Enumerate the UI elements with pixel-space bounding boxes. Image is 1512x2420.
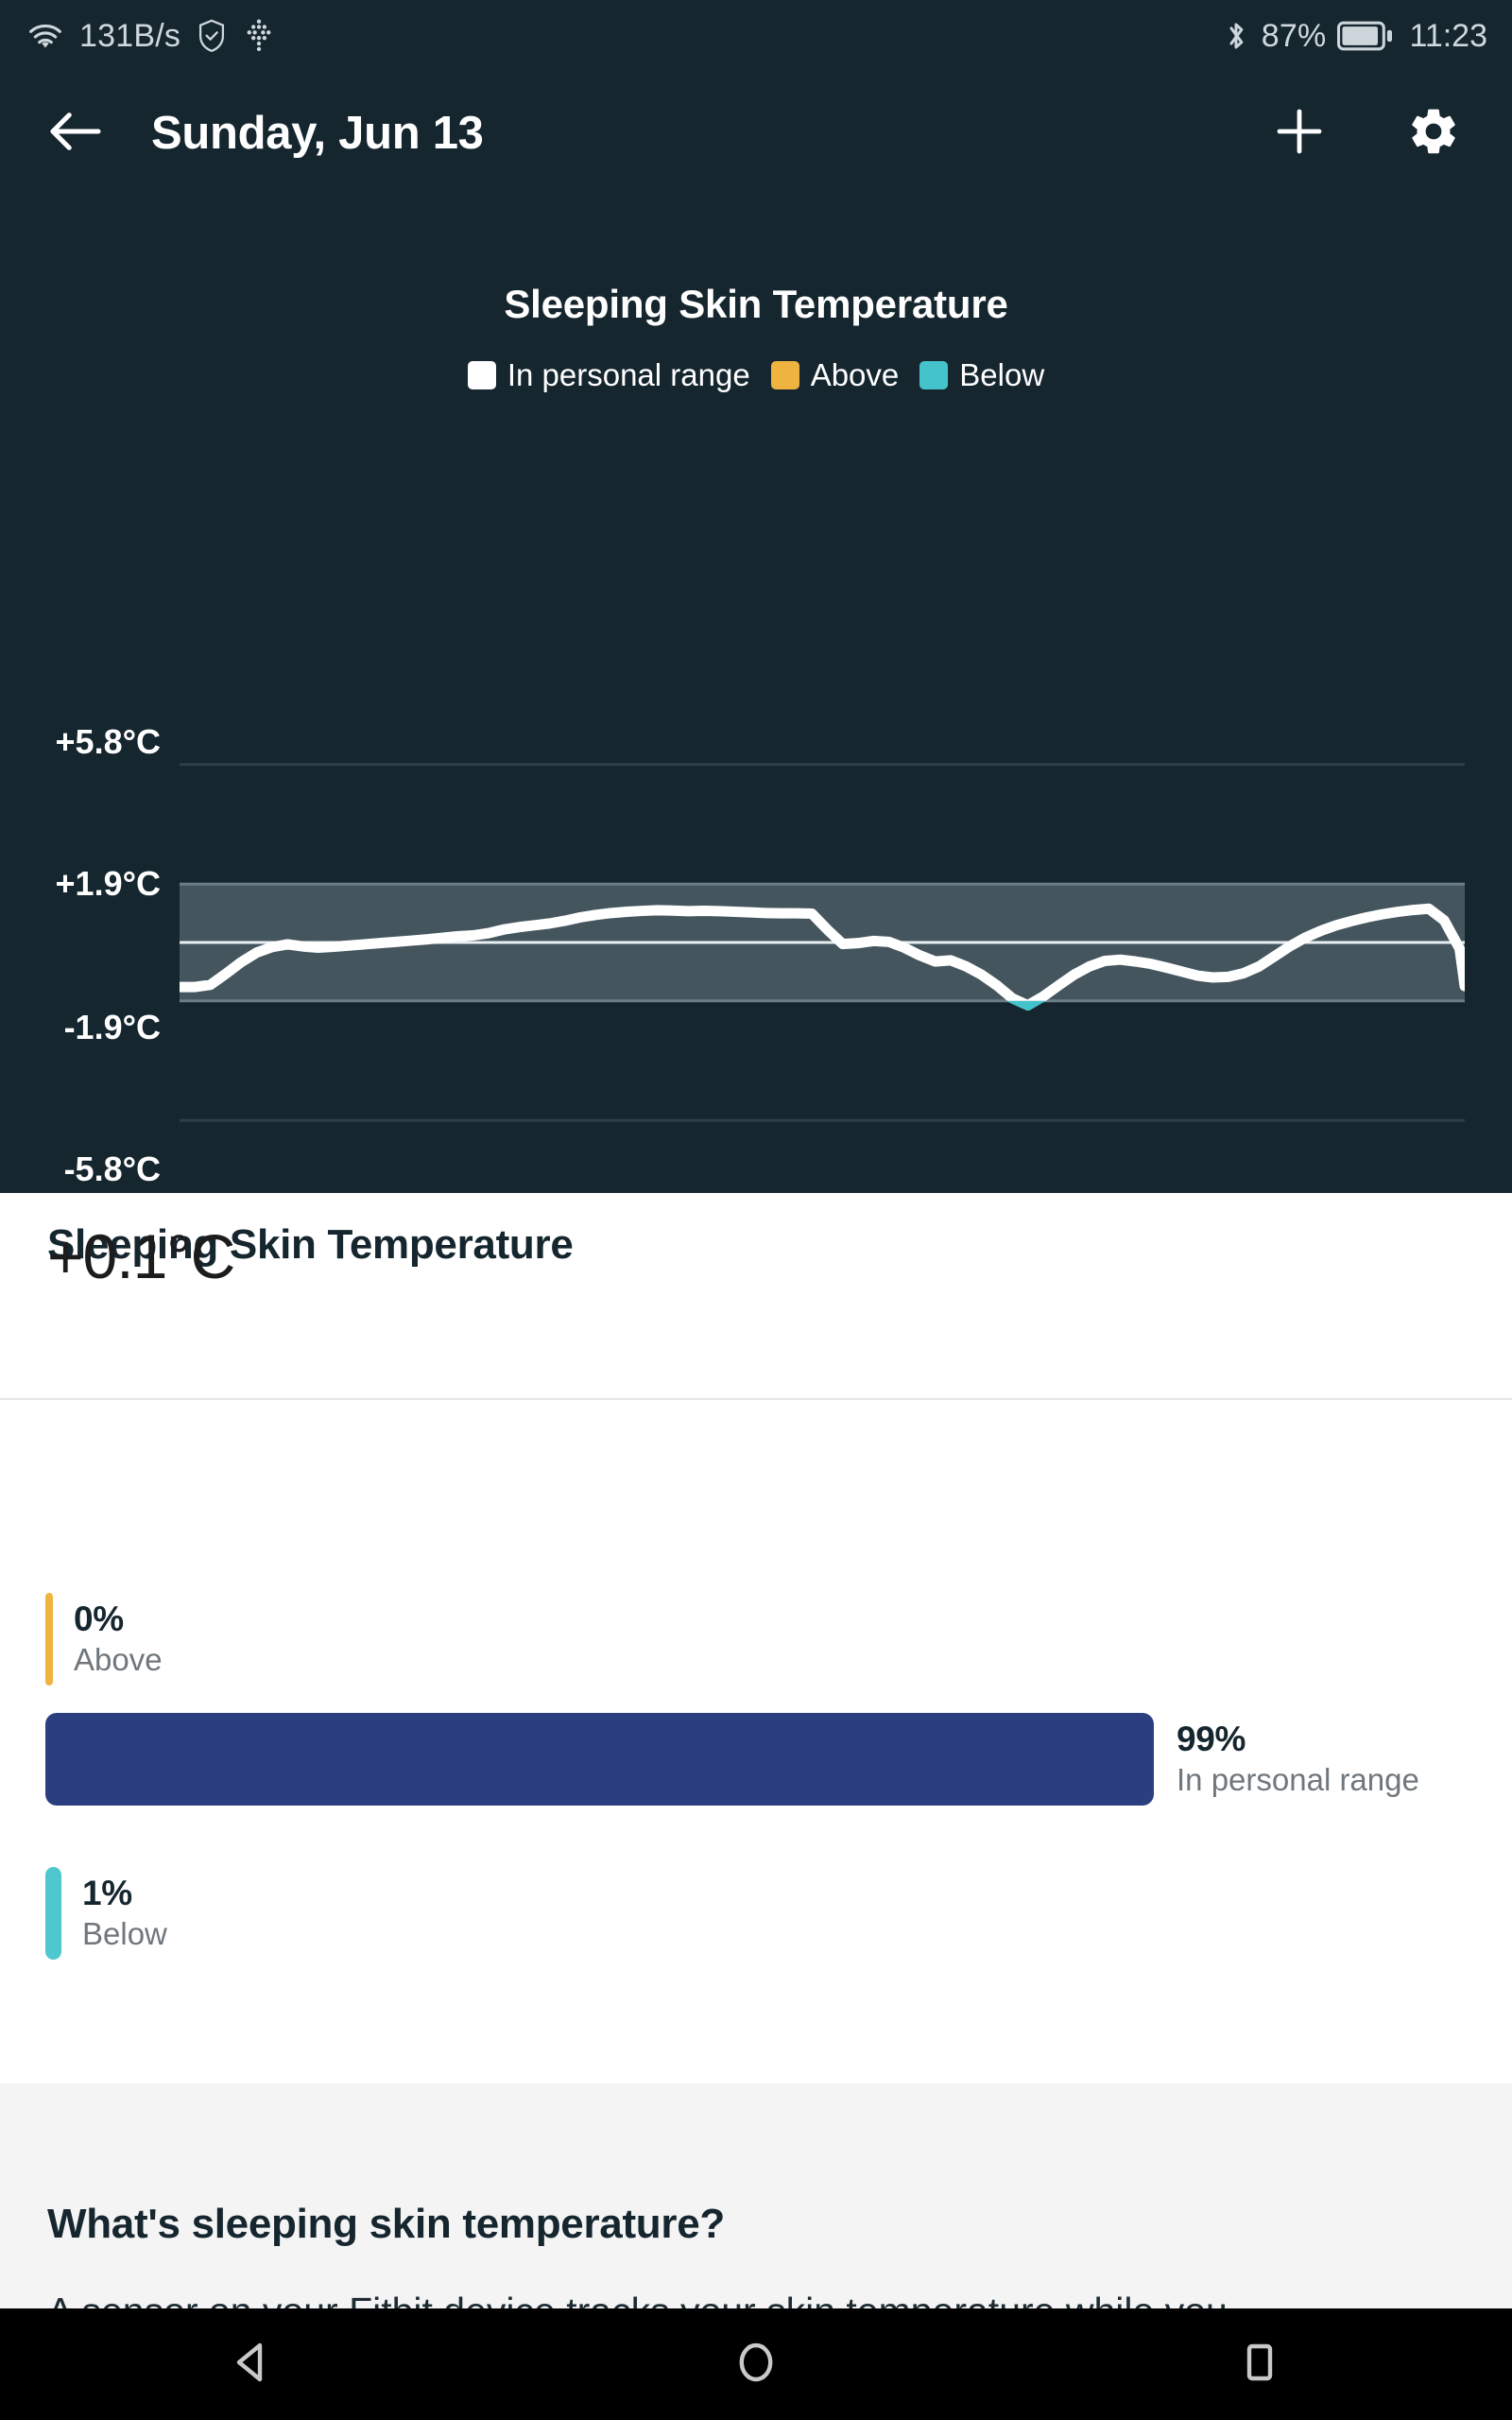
chart-plot-area <box>180 706 1465 1179</box>
status-bar-left: 131B/s <box>26 17 275 55</box>
chart-title: Sleeping Skin Temperature <box>0 282 1512 327</box>
plus-icon <box>1275 107 1324 161</box>
y-tick-label-2: -1.9°C <box>64 1008 161 1047</box>
chart-y-axis: +5.8°C +1.9°C -1.9°C -5.8°C <box>0 706 161 1179</box>
below-row: 1% Below <box>45 1867 167 1960</box>
android-nav-bar <box>0 2308 1512 2420</box>
gear-icon <box>1407 105 1460 163</box>
info-title: What's sleeping skin temperature? <box>47 2201 725 2248</box>
settings-button[interactable] <box>1400 100 1467 166</box>
nav-home-circle-icon <box>731 2338 781 2392</box>
in-range-row: 99% In personal range <box>45 1713 1419 1806</box>
back-button[interactable] <box>43 102 106 164</box>
above-caption: Above <box>74 1641 163 1679</box>
legend-swatch-below <box>919 361 948 389</box>
above-bar <box>45 1593 53 1685</box>
add-button[interactable] <box>1266 100 1332 166</box>
battery-percent-text: 87% <box>1262 18 1327 55</box>
arrow-left-icon <box>47 108 102 160</box>
app-bar: Sunday, Jun 13 <box>0 72 1512 195</box>
y-tick-label-0: +5.8°C <box>56 722 161 762</box>
in-range-caption: In personal range <box>1177 1761 1419 1799</box>
nav-back-triangle-icon <box>228 2338 277 2392</box>
legend-item-above: Above <box>771 357 900 393</box>
dots-grid-icon <box>243 18 275 54</box>
nav-back-button[interactable] <box>196 2308 309 2420</box>
summary-value: +0.1°C <box>47 1220 234 1292</box>
legend-label-above: Above <box>811 357 900 393</box>
summary-section: Sleeping Skin Temperature <box>0 1193 1512 2083</box>
below-percent: 1% <box>82 1875 167 1911</box>
below-bar <box>45 1867 61 1960</box>
legend-item-below: Below <box>919 357 1044 393</box>
shield-check-icon <box>196 18 228 54</box>
battery-icon <box>1337 21 1392 51</box>
page-title: Sunday, Jun 13 <box>151 107 484 160</box>
chart-panel: Sleeping Skin Temperature In personal ra… <box>0 195 1512 1193</box>
below-caption: Below <box>82 1915 167 1953</box>
above-row: 0% Above <box>45 1593 163 1685</box>
in-range-percent: 99% <box>1177 1720 1419 1757</box>
bluetooth-icon <box>1222 17 1250 55</box>
y-tick-label-3: -5.8°C <box>64 1150 161 1189</box>
wifi-icon <box>26 17 64 55</box>
y-tick-label-1: +1.9°C <box>56 864 161 904</box>
legend-swatch-in-range <box>468 361 496 389</box>
legend-label-in-range: In personal range <box>507 357 750 393</box>
status-bar-clock: 11:23 <box>1409 18 1487 55</box>
below-labels: 1% Below <box>82 1875 167 1953</box>
above-percent: 0% <box>74 1600 163 1637</box>
chart-legend: In personal range Above Below <box>0 357 1512 393</box>
in-range-labels: 99% In personal range <box>1177 1720 1419 1799</box>
legend-item-in-range: In personal range <box>468 357 750 393</box>
app-screen: 131B/s <box>0 0 1512 2420</box>
nav-home-button[interactable] <box>699 2308 813 2420</box>
chart-svg <box>180 706 1465 1179</box>
nav-recents-square-icon <box>1235 2338 1284 2392</box>
above-labels: 0% Above <box>74 1600 163 1679</box>
in-range-bar <box>45 1713 1154 1806</box>
nav-recents-button[interactable] <box>1203 2308 1316 2420</box>
summary-divider <box>0 1398 1512 1400</box>
status-bar-right: 87% 11:23 <box>1222 17 1487 55</box>
legend-label-below: Below <box>959 357 1044 393</box>
status-bar: 131B/s <box>0 0 1512 72</box>
network-speed-text: 131B/s <box>79 18 180 55</box>
legend-swatch-above <box>771 361 799 389</box>
